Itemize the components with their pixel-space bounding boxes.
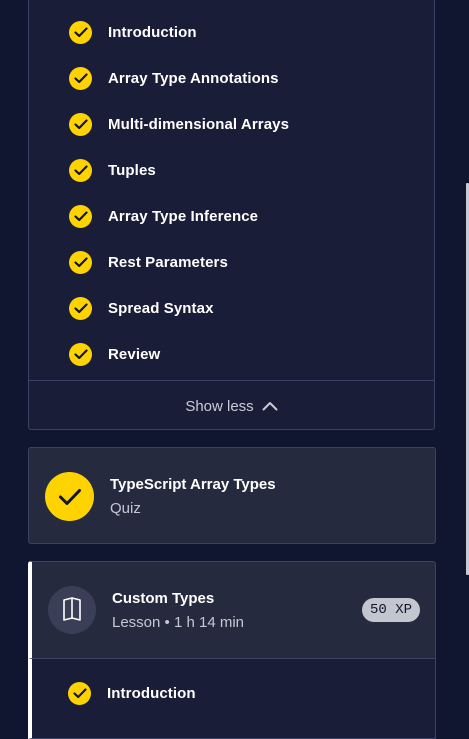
lesson-label: Array Type Inference [108,207,259,225]
checkmark-icon [69,158,92,182]
checkmark-icon [45,472,94,521]
lesson-item-multi-dimensional-arrays[interactable]: Multi-dimensional Arrays [69,112,289,136]
lesson-item-array-type-annotations[interactable]: Array Type Annotations [69,66,279,90]
custom-types-card[interactable]: Custom Types Lesson • 1 h 14 min 50 XP [28,561,436,659]
lesson-label: Introduction [108,23,197,41]
lesson-item-rest-parameters[interactable]: Rest Parameters [69,250,228,274]
checkmark-icon [69,20,92,44]
custom-types-title: Custom Types [112,590,215,607]
show-less-button[interactable]: Show less [29,380,434,432]
lesson-label: Array Type Annotations [108,69,279,87]
checkmark-icon [68,681,91,705]
chevron-up-icon [262,398,278,415]
show-less-label: Show less [185,398,254,415]
custom-types-meta: Lesson • 1 h 14 min [112,614,244,631]
lesson-label: Rest Parameters [108,253,228,271]
custom-types-lessons: Introduction [28,659,436,739]
lesson-item-introduction[interactable]: Introduction [69,20,197,44]
lesson-item-introduction[interactable]: Introduction [68,681,196,705]
lesson-label: Multi-dimensional Arrays [108,115,290,133]
quiz-title: TypeScript Array Types [110,476,276,493]
lesson-item-spread-syntax[interactable]: Spread Syntax [69,296,214,320]
module-lessons-panel: Introduction Array Type Annotations Mult… [28,0,435,430]
quiz-card[interactable]: TypeScript Array Types Quiz [28,447,436,544]
lesson-label: Review [108,345,161,363]
quiz-type: Quiz [110,500,141,517]
xp-badge: 50 XP [361,598,420,622]
checkmark-icon [69,204,92,228]
checkmark-icon [69,296,92,320]
checkmark-icon [69,112,92,136]
checkmark-icon [69,66,92,90]
lesson-item-tuples[interactable]: Tuples [69,158,156,182]
checkmark-icon [69,342,92,366]
lesson-label: Introduction [107,684,196,702]
scrollbar[interactable] [465,0,469,728]
lesson-label: Tuples [108,161,156,179]
lesson-item-array-type-inference[interactable]: Array Type Inference [69,204,258,228]
checkmark-icon [69,250,92,274]
book-icon [48,586,96,634]
lesson-item-review[interactable]: Review [69,342,160,366]
lesson-label: Spread Syntax [108,299,214,317]
